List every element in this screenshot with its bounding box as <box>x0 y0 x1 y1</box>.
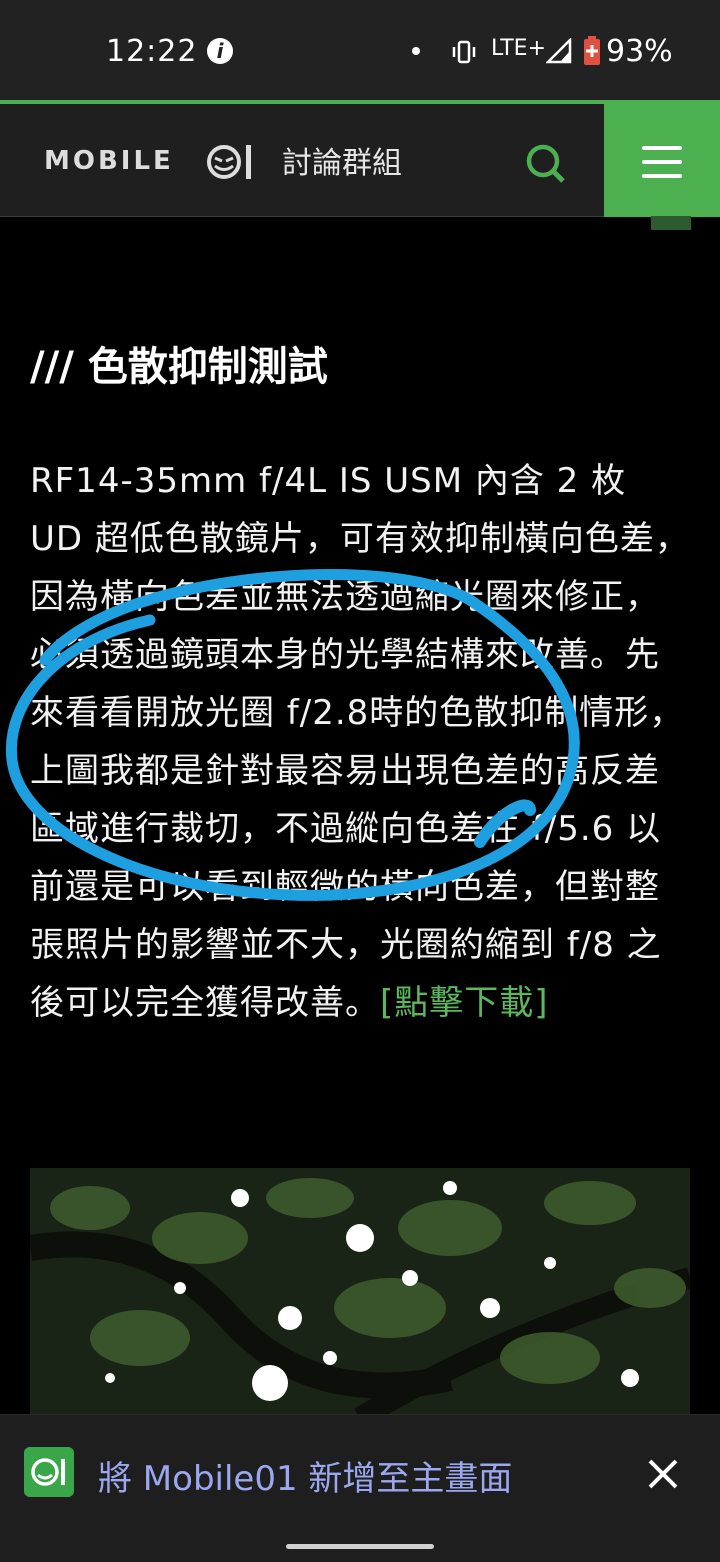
search-icon[interactable] <box>522 140 568 186</box>
site-logo[interactable]: MOBILE <box>44 142 256 182</box>
add-to-homescreen-banner[interactable]: 將 Mobile01 新增至主畫面 <box>0 1414 720 1562</box>
paragraph-text: RF14-35mm f/4L IS USM 內含 2 枚 UD 超低色散鏡片，可… <box>30 461 690 1023</box>
hamburger-icon[interactable] <box>604 104 720 217</box>
gesture-home-bar[interactable] <box>286 1544 434 1549</box>
dot-icon <box>412 47 420 55</box>
download-link[interactable]: [點擊下載] <box>380 983 549 1023</box>
logo-face-icon <box>207 145 251 179</box>
battery-icon <box>584 36 600 65</box>
article-photo[interactable] <box>30 1168 690 1418</box>
close-icon[interactable] <box>640 1451 686 1497</box>
signal-icon <box>546 38 572 64</box>
banner-text[interactable]: 將 Mobile01 新增至主畫面 <box>98 1451 512 1500</box>
vibrate-icon <box>452 40 476 64</box>
article-paragraph: RF14-35mm f/4L IS USM 內含 2 枚 UD 超低色散鏡片，可… <box>30 452 690 1032</box>
section-heading: /// 色散抑制測試 <box>30 344 328 390</box>
logo-text: MOBILE <box>44 146 174 176</box>
tree-canopy-image <box>30 1168 690 1418</box>
status-bar: 12:22 i LTE+ 93% <box>0 0 720 100</box>
network-label: LTE+ <box>491 36 546 61</box>
forum-link[interactable]: 討論群組 <box>282 138 402 182</box>
status-time: 12:22 <box>106 34 198 69</box>
mobile01-app-icon <box>24 1447 74 1497</box>
site-header: MOBILE 討論群組 <box>0 100 720 217</box>
battery-percent: 93% <box>606 34 673 69</box>
header-tab-stub <box>651 216 691 230</box>
info-icon: i <box>207 38 233 64</box>
